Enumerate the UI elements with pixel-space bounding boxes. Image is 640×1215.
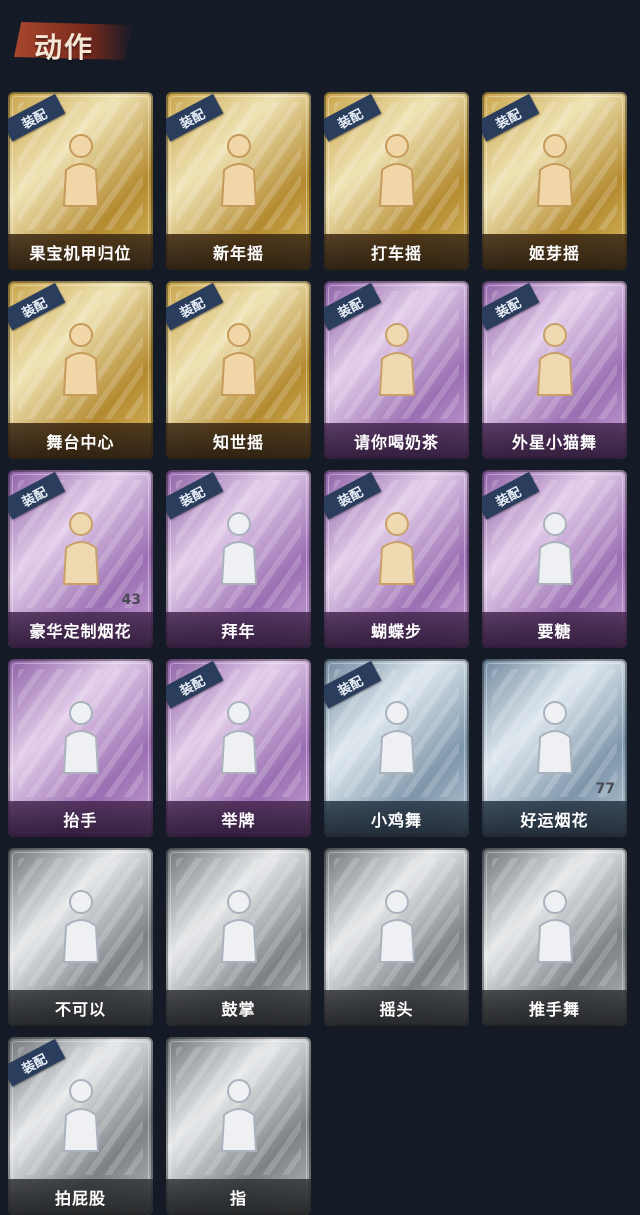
- raise-hand-icon: [8, 681, 153, 791]
- emote-name: 果宝机甲归位: [8, 234, 153, 270]
- emote-card[interactable]: 鼓掌: [166, 848, 311, 1026]
- emote-name: 鼓掌: [166, 990, 311, 1026]
- section-title-banner: 动作: [14, 14, 134, 64]
- emote-card[interactable]: 装配 43 豪华定制烟花: [8, 470, 153, 648]
- emote-name: 摇头: [324, 990, 469, 1026]
- emote-name: 指: [166, 1179, 311, 1215]
- emote-card[interactable]: 装配 要糖: [482, 470, 627, 648]
- emote-card[interactable]: 装配 舞台中心: [8, 281, 153, 459]
- item-count: 43: [121, 592, 141, 608]
- emote-card[interactable]: 指: [166, 1037, 311, 1215]
- emote-card[interactable]: 装配 打车摇: [324, 92, 469, 270]
- point-icon: [166, 1059, 311, 1169]
- emote-name: 外星小猫舞: [482, 423, 627, 459]
- emote-card[interactable]: 装配 请你喝奶茶: [324, 281, 469, 459]
- emote-name: 蝴蝶步: [324, 612, 469, 648]
- emote-name: 请你喝奶茶: [324, 423, 469, 459]
- emote-card[interactable]: 装配 外星小猫舞: [482, 281, 627, 459]
- emote-name: 要糖: [482, 612, 627, 648]
- emote-name: 打车摇: [324, 234, 469, 270]
- emote-card[interactable]: 推手舞: [482, 848, 627, 1026]
- emote-name: 舞台中心: [8, 423, 153, 459]
- emote-card[interactable]: 装配 果宝机甲归位: [8, 92, 153, 270]
- emote-name: 小鸡舞: [324, 801, 469, 837]
- emote-card[interactable]: 77 好运烟花: [482, 659, 627, 837]
- emote-card[interactable]: 装配 小鸡舞: [324, 659, 469, 837]
- emote-name: 推手舞: [482, 990, 627, 1026]
- emote-card[interactable]: 装配 拍屁股: [8, 1037, 153, 1215]
- emote-name: 知世摇: [166, 423, 311, 459]
- emote-name: 抬手: [8, 801, 153, 837]
- emote-card[interactable]: 装配 新年摇: [166, 92, 311, 270]
- emote-name: 举牌: [166, 801, 311, 837]
- emote-name: 新年摇: [166, 234, 311, 270]
- section-title: 动作: [34, 31, 95, 64]
- applause-icon: [166, 870, 311, 980]
- emote-name: 好运烟花: [482, 801, 627, 837]
- push-hands-icon: [482, 870, 627, 980]
- finger-no-icon: [8, 870, 153, 980]
- emote-card[interactable]: 装配 蝴蝶步: [324, 470, 469, 648]
- emote-card[interactable]: 装配 举牌: [166, 659, 311, 837]
- emote-name: 豪华定制烟花: [8, 612, 153, 648]
- emote-name: 拍屁股: [8, 1179, 153, 1215]
- emote-card[interactable]: 装配 姬芽摇: [482, 92, 627, 270]
- item-count: 77: [595, 781, 615, 797]
- emote-grid: 装配 果宝机甲归位 装配 新年摇 装配 打车摇 装配 姬芽摇装配 舞台中心 装配 知世摇 装配 请你喝奶…: [8, 92, 627, 1215]
- emote-card[interactable]: 装配 知世摇: [166, 281, 311, 459]
- emote-card[interactable]: 装配 拜年: [166, 470, 311, 648]
- emote-card[interactable]: 不可以: [8, 848, 153, 1026]
- head-shake-icon: [324, 870, 469, 980]
- emote-card[interactable]: 抬手: [8, 659, 153, 837]
- emote-name: 不可以: [8, 990, 153, 1026]
- emote-name: 拜年: [166, 612, 311, 648]
- emote-name: 姬芽摇: [482, 234, 627, 270]
- emote-card[interactable]: 摇头: [324, 848, 469, 1026]
- firework-can-icon: [482, 681, 627, 791]
